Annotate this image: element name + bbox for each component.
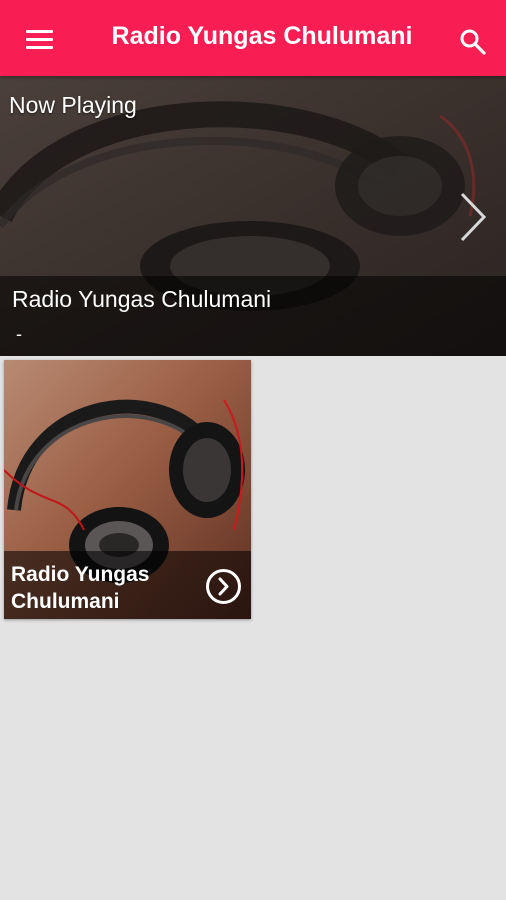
app-title: Radio Yungas Chulumani xyxy=(111,22,413,50)
now-playing-station-name: Radio Yungas Chulumani xyxy=(12,286,272,312)
station-card[interactable]: Radio Yungas Chulumani xyxy=(4,360,251,619)
now-playing-info-bar: Radio Yungas Chulumani - xyxy=(0,276,506,356)
search-icon[interactable] xyxy=(458,27,488,57)
now-playing-heading: Now Playing xyxy=(9,92,137,118)
play-circle-icon[interactable] xyxy=(205,568,242,605)
now-playing-subtitle: - xyxy=(16,324,22,344)
menu-icon[interactable] xyxy=(26,30,53,50)
station-card-caption: Radio Yungas Chulumani xyxy=(4,551,251,619)
station-card-title: Radio Yungas Chulumani xyxy=(11,563,150,613)
app-bar: Radio Yungas Chulumani xyxy=(0,0,506,76)
chevron-right-icon[interactable] xyxy=(456,188,490,246)
now-playing-banner[interactable]: Now Playing Radio Yungas Chulumani - xyxy=(0,76,506,356)
